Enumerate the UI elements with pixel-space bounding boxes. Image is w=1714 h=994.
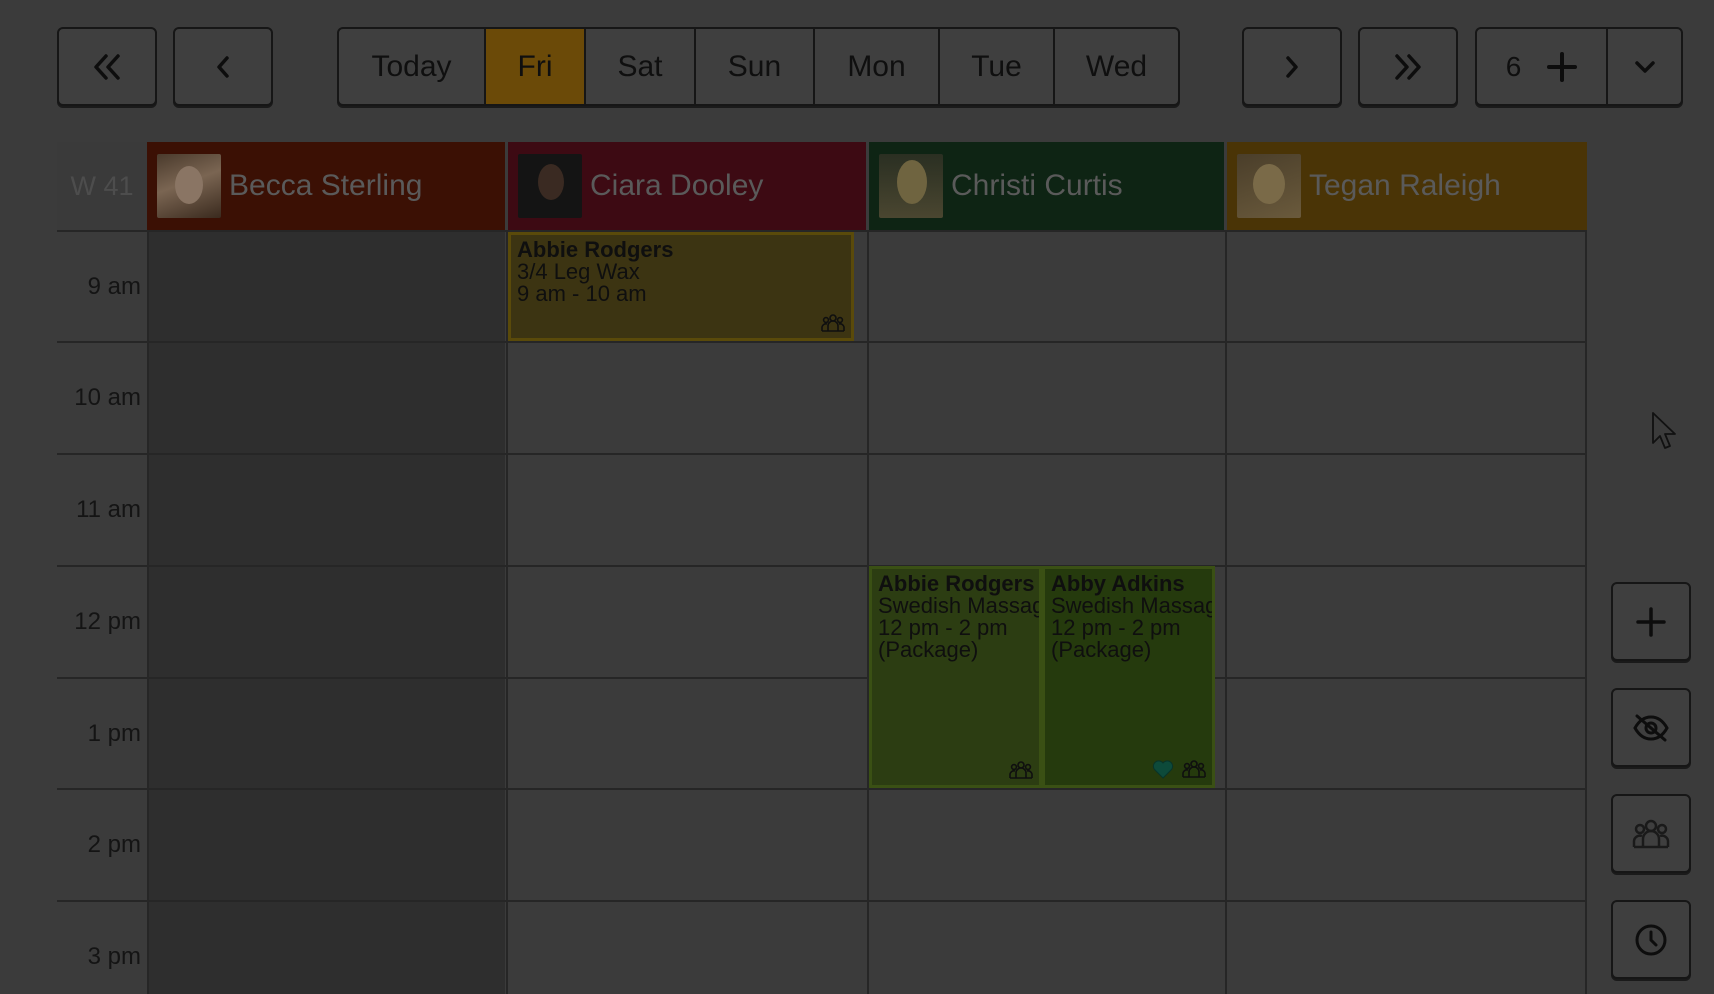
staff-header-christi-curtis[interactable]: Christi Curtis (869, 142, 1224, 230)
grid-line (57, 677, 1587, 679)
appointment-time: 12 pm - 2 pm (1051, 615, 1181, 640)
appointment-time: 12 pm - 2 pm (878, 615, 1008, 640)
day-sat[interactable]: Sat (586, 29, 696, 104)
chevron-left-icon (217, 55, 229, 78)
grid-line (1225, 230, 1227, 994)
grid-line (57, 565, 1587, 567)
grid-line (57, 341, 1587, 343)
appointment-client: Abbie Rodgers (878, 571, 1035, 596)
staff-name: Becca Sterling (229, 169, 423, 202)
eye-off-icon (1633, 714, 1669, 741)
hide-button[interactable] (1611, 688, 1691, 767)
double-chevron-left-icon (94, 53, 120, 80)
staff-name: Christi Curtis (951, 169, 1123, 202)
appointment-time: 9 am - 10 am (517, 281, 647, 306)
time-label: 11 am (76, 496, 141, 523)
day-count-control: 6 (1475, 27, 1683, 106)
group-button[interactable] (1611, 794, 1691, 873)
time-label: 1 pm (87, 720, 141, 747)
last-page-button[interactable] (1358, 27, 1458, 106)
previous-button[interactable] (173, 27, 273, 106)
staff-header-becca-sterling[interactable]: Becca Sterling (147, 142, 505, 230)
appointment-service: 3/4 Leg Wax (517, 259, 640, 284)
clock-icon (1635, 924, 1667, 955)
day-wed[interactable]: Wed (1055, 29, 1178, 104)
appointment-service: Swedish Massage (1051, 593, 1215, 618)
plus-icon (1636, 606, 1666, 637)
time-label: 12 pm (74, 608, 141, 635)
avatar (518, 154, 582, 218)
appointment-card[interactable]: Abby Adkins Swedish Massage 12 pm - 2 pm… (1042, 566, 1215, 788)
day-today[interactable]: Today (339, 29, 486, 104)
staff-header-ciara-dooley[interactable]: Ciara Dooley (508, 142, 866, 230)
double-chevron-right-icon (1395, 53, 1421, 80)
appointment-client: Abbie Rodgers (517, 237, 674, 262)
appointment-note: (Package) (1051, 637, 1152, 662)
time-label: 9 am (87, 273, 141, 300)
day-count-dropdown[interactable] (1608, 29, 1681, 104)
day-count-increment[interactable]: 6 (1477, 29, 1608, 104)
day-selector: Today Fri Sat Sun Mon Tue Wed (337, 27, 1180, 106)
staff-header-tegan-raleigh[interactable]: Tegan Raleigh (1227, 142, 1587, 230)
appointment-service: Swedish Massage (878, 593, 1042, 618)
time-label: 3 pm (87, 943, 141, 970)
staff-column-unavailable (147, 230, 505, 994)
mouse-cursor-icon (1652, 412, 1676, 449)
first-page-button[interactable] (57, 27, 157, 106)
grid-line (57, 900, 1587, 902)
chevron-right-icon (1286, 55, 1298, 78)
next-button[interactable] (1242, 27, 1342, 106)
add-appointment-button[interactable] (1611, 582, 1691, 661)
appointment-client: Abby Adkins (1051, 571, 1185, 596)
day-sun[interactable]: Sun (696, 29, 815, 104)
grid-line (1585, 230, 1587, 994)
day-tue[interactable]: Tue (940, 29, 1055, 104)
grid-line (57, 788, 1587, 790)
time-label: 10 am (74, 384, 141, 411)
day-fri[interactable]: Fri (486, 29, 586, 104)
avatar (1237, 154, 1301, 218)
week-number: W 41 (57, 142, 147, 230)
avatar (879, 154, 943, 218)
group-icon (821, 314, 845, 332)
group-icon (1182, 760, 1206, 778)
day-count-value: 6 (1505, 50, 1522, 82)
staff-name: Ciara Dooley (590, 169, 764, 202)
group-icon (1009, 761, 1033, 779)
appointment-card[interactable]: Abbie Rodgers Swedish Massage 12 pm - 2 … (869, 566, 1042, 788)
appointment-note: (Package) (878, 637, 979, 662)
plus-icon (1547, 51, 1578, 82)
grid-line (57, 453, 1587, 455)
group-icon (1632, 819, 1670, 848)
calendar-grid: W 41 Becca Sterling Ciara Dooley Christi… (57, 142, 1587, 994)
grid-line (147, 230, 149, 994)
heart-icon (1152, 760, 1174, 779)
clock-button[interactable] (1611, 900, 1691, 979)
avatar (157, 154, 221, 218)
chevron-down-icon (1634, 60, 1655, 73)
staff-name: Tegan Raleigh (1309, 169, 1501, 202)
appointment-card[interactable]: Abbie Rodgers 3/4 Leg Wax 9 am - 10 am (508, 232, 854, 341)
grid-line (506, 230, 508, 994)
time-label: 2 pm (87, 831, 141, 858)
day-mon[interactable]: Mon (815, 29, 940, 104)
